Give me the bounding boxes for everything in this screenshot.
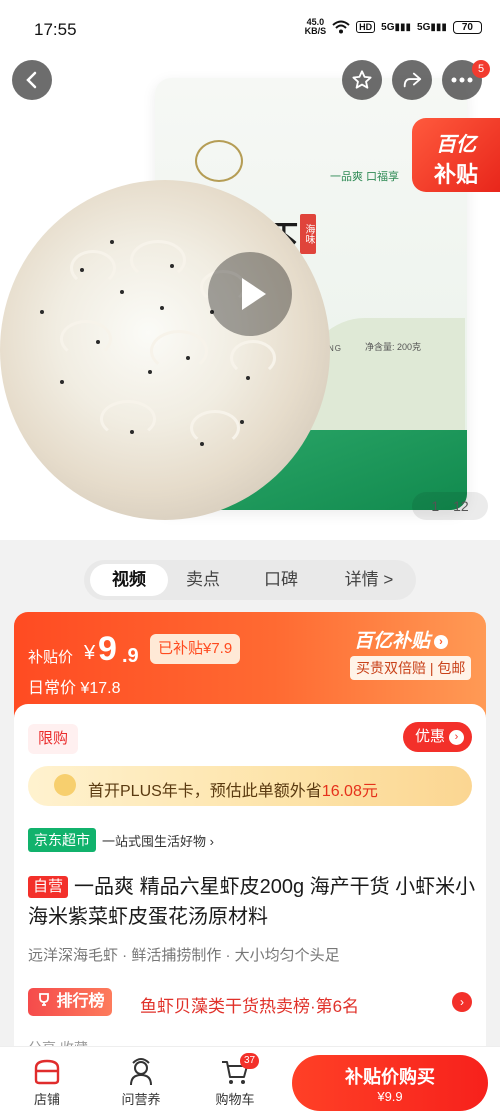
section-tabs: 视频 卖点 口碑 详情 >: [84, 560, 416, 600]
bag-side-label: 海味: [300, 214, 316, 254]
play-video-button[interactable]: [208, 252, 292, 336]
bag-slogan: 一品爽 口福享: [330, 171, 400, 183]
more-badge: 5: [472, 60, 490, 78]
tab-details[interactable]: 详情 >: [330, 560, 408, 600]
play-icon: [242, 278, 266, 310]
share-button[interactable]: [392, 60, 432, 100]
hd-icon: HD: [356, 21, 376, 33]
subsidy-badge: 百亿 补贴: [412, 118, 500, 192]
net-speed: 45.0 KB/S: [304, 17, 327, 36]
status-icons: 45.0 KB/S HD 5G▮▮▮ 5G▮▮▮ 70: [305, 18, 482, 36]
chevron-right-icon: ›: [452, 992, 472, 1012]
signal-icon-1: 5G▮▮▮: [381, 21, 412, 33]
ranking-row[interactable]: 排行榜 鱼虾贝藻类干货热卖榜·第6名 ›: [28, 988, 472, 1020]
bottom-action-bar: 店铺 问营养 37 购物车 补贴价购买 ¥9.9: [0, 1046, 500, 1119]
cart-count-badge: 37: [240, 1053, 260, 1069]
subsidy-badge-line2: 补贴: [433, 162, 478, 187]
tab-video[interactable]: 视频: [90, 564, 168, 596]
plus-moon-icon: [54, 774, 76, 796]
star-icon: [352, 70, 372, 89]
self-operated-tag: 自营: [28, 876, 69, 898]
signal-icon-2: 5G▮▮▮: [417, 21, 447, 33]
battery-icon: 70: [452, 20, 482, 34]
pager-current: 1: [431, 498, 440, 514]
pager-total: 12: [453, 498, 469, 514]
image-pager: 1 12: [412, 492, 488, 520]
wifi-icon: [332, 20, 350, 34]
subsidy-badge-line1: 百亿: [436, 134, 476, 156]
daily-price: 日常价 ¥17.8: [28, 680, 121, 697]
ranking-text: 鱼虾贝藻类干货热卖榜·第6名: [140, 997, 360, 1016]
product-features: 远洋深海毛虾 · 鲜活捕捞制作 · 大小均匀个头足: [28, 947, 340, 964]
brand-logo-icon: [195, 140, 243, 182]
bag-weight-text: 净含量: 200克: [365, 342, 422, 352]
more-dots-icon: [451, 77, 473, 83]
tab-selling-points[interactable]: 卖点: [172, 560, 234, 600]
trophy-icon: [39, 993, 49, 1006]
back-button[interactable]: [12, 60, 52, 100]
chevron-left-icon: [26, 71, 37, 89]
chevron-right-icon: ›: [449, 730, 464, 745]
jd-supermarket-tag: 京东超市: [28, 828, 96, 852]
plus-membership-banner[interactable]: 首开PLUS年卡，预估此单额外省16.08元: [28, 766, 472, 806]
price-integer: 9: [98, 630, 117, 668]
buy-now-button[interactable]: 补贴价购买 ¥9.9: [292, 1055, 488, 1111]
product-title: 自营 一品爽 精品六星虾皮200g 海产干货 小虾米小海米紫菜虾皮蛋花汤原材料: [28, 876, 476, 928]
chef-icon: [130, 1058, 152, 1086]
guarantee-tag: 买贵双倍赔 | 包邮: [350, 656, 472, 680]
share-arrow-icon: [403, 72, 422, 88]
store-badge-row[interactable]: 京东超市 一站式囤生活好物 ›: [28, 828, 214, 852]
purchase-limit-tag: 限购: [28, 724, 79, 754]
store-icon: [34, 1059, 60, 1085]
price-decimal: .9: [122, 645, 139, 667]
ranking-tag: 排行榜: [28, 988, 113, 1016]
dried-shrimp-pile: [0, 180, 330, 520]
favorite-button[interactable]: [342, 60, 382, 100]
plus-banner-text: 首开PLUS年卡，预估此单额外省16.08元: [88, 783, 378, 800]
product-info-card: 限购 优惠 › 首开PLUS年卡，预估此单额外省16.08元 京东超市 一站式囤生…: [14, 704, 486, 1064]
nutrition-ask-button[interactable]: 问营养: [106, 1055, 176, 1108]
coupon-button[interactable]: 优惠 ›: [402, 722, 472, 752]
tab-reviews[interactable]: 口碑: [250, 560, 312, 600]
cart-button[interactable]: 37 购物车: [200, 1053, 270, 1108]
subsidized-amount-pill: 已补贴¥7.9: [150, 634, 241, 664]
store-subtitle: 一站式囤生活好物 ›: [102, 833, 214, 849]
status-bar: 17:55 45.0 KB/S HD 5G▮▮▮ 5G▮▮▮ 70: [0, 0, 500, 56]
status-time: 17:55: [34, 20, 77, 39]
store-button[interactable]: 店铺: [12, 1055, 82, 1108]
subsidy-program-link[interactable]: 百亿补贴 ›: [354, 626, 449, 653]
chevron-right-icon: ›: [434, 635, 449, 649]
currency-symbol: ¥: [84, 642, 96, 664]
subsidy-price-label: 补贴价: [28, 649, 74, 666]
